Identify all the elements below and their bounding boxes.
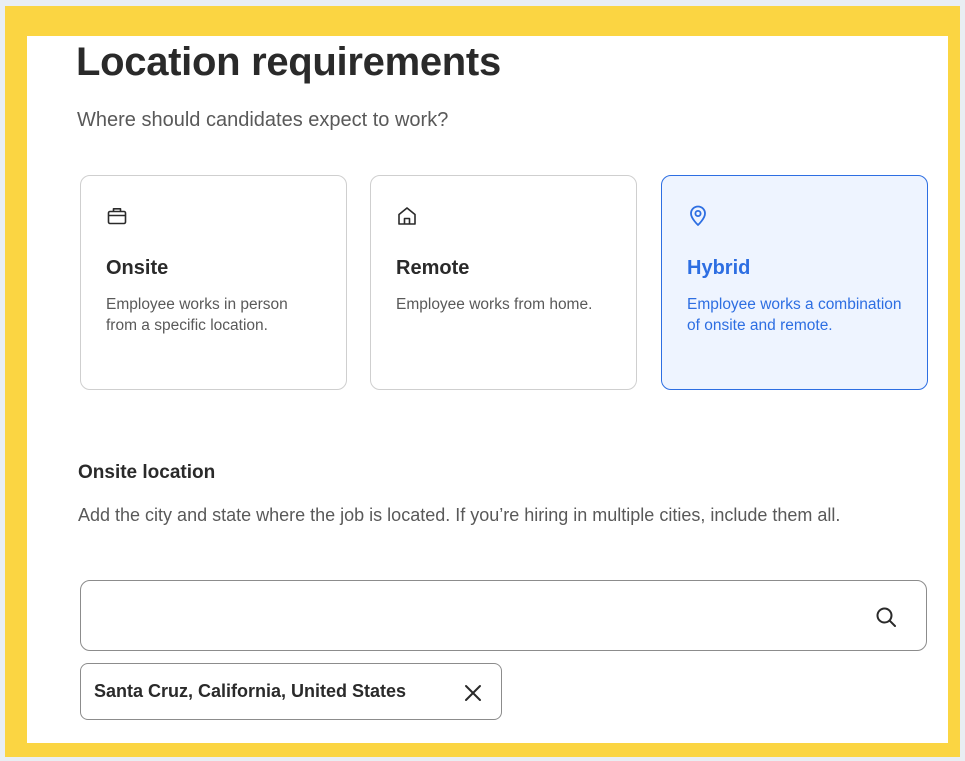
page-subtitle: Where should candidates expect to work? — [77, 109, 449, 131]
work-option-description: Employee works in person from a specific… — [106, 296, 288, 334]
location-search-input[interactable] — [95, 591, 855, 641]
work-option-title: Hybrid — [687, 257, 751, 279]
onsite-location-description: Add the city and state where the job is … — [78, 505, 841, 525]
search-icon[interactable] — [874, 605, 898, 629]
location-pin-icon — [690, 205, 706, 226]
work-option-description: Employee works a combination of onsite a… — [687, 296, 902, 334]
home-icon — [398, 207, 416, 225]
location-search-box — [80, 580, 927, 651]
location-chip: Santa Cruz, California, United States — [80, 663, 502, 720]
location-chip-label: Santa Cruz, California, United States — [94, 681, 407, 701]
work-option-hybrid[interactable]: Hybrid Employee works a combination of o… — [661, 175, 928, 390]
location-requirements-panel: Location requirements Where should candi… — [27, 36, 948, 743]
work-option-onsite[interactable]: Onsite Employee works in person from a s… — [80, 175, 347, 390]
work-option-description: Employee works from home. — [396, 296, 593, 313]
highlight-frame: Location requirements Where should candi… — [5, 6, 960, 757]
close-icon[interactable] — [463, 683, 483, 703]
briefcase-icon — [107, 208, 127, 225]
page-title: Location requirements — [76, 40, 501, 84]
work-option-remote[interactable]: Remote Employee works from home. — [370, 175, 637, 390]
work-option-title: Remote — [396, 257, 470, 279]
onsite-location-title: Onsite location — [78, 462, 216, 483]
work-option-title: Onsite — [106, 257, 169, 279]
